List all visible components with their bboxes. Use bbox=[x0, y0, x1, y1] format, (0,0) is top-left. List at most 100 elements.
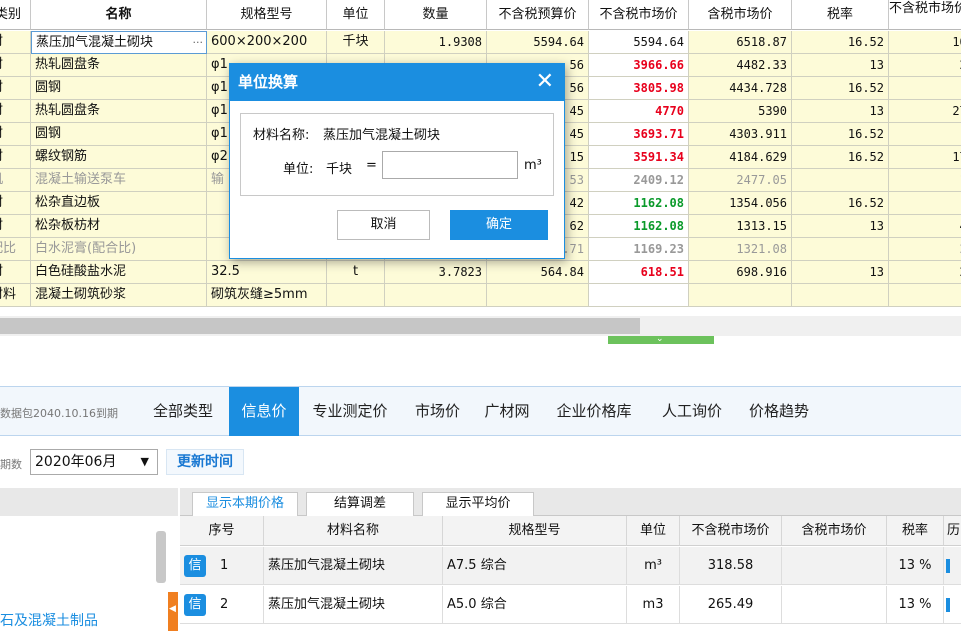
price-cell-material-name[interactable]: 蒸压加气混凝土砌块 bbox=[264, 547, 443, 585]
cell-market-price-tax[interactable]: 2477.05 bbox=[689, 169, 792, 192]
cell-category[interactable]: 配比 bbox=[0, 238, 31, 261]
cell-unit[interactable] bbox=[327, 284, 385, 307]
history-icon[interactable] bbox=[946, 559, 950, 573]
cell-tax-rate[interactable]: 16.52 bbox=[792, 77, 889, 100]
cell-market-price[interactable]: 618.51 bbox=[589, 261, 689, 284]
cell-unit[interactable]: t bbox=[327, 261, 385, 284]
table-row[interactable]: 材料 混凝土砌筑砂浆 砌筑灰缝≥5mm bbox=[0, 284, 961, 307]
cell-market-price-tax[interactable]: 1313.15 bbox=[689, 215, 792, 238]
cell-category[interactable]: 材 bbox=[0, 261, 31, 284]
column-header-total[interactable]: 不含税市场价合计 bbox=[889, 0, 961, 30]
cell-name[interactable]: 圆钢 bbox=[31, 123, 207, 146]
price-cell-tax-rate[interactable]: 13 % bbox=[887, 547, 944, 585]
price-row[interactable]: 信 1 蒸压加气混凝土砌块 A7.5 综合 m³ 318.58 13 % bbox=[180, 547, 961, 585]
cell-name[interactable]: 热轧圆盘条 bbox=[31, 54, 207, 77]
cancel-button[interactable]: 取消 bbox=[337, 210, 430, 240]
cell-category[interactable]: 材 bbox=[0, 192, 31, 215]
cell-market-price-tax[interactable]: 4482.33 bbox=[689, 54, 792, 77]
table-row[interactable]: 材 白色硅酸盐水泥 32.5 t 3.7823 564.84 618.51 698.916 13… bbox=[0, 261, 961, 284]
cell-market-price-tax[interactable]: 4434.728 bbox=[689, 77, 792, 100]
cell-category[interactable]: 材 bbox=[0, 77, 31, 100]
cell-market-price[interactable]: 3966.66 bbox=[589, 54, 689, 77]
refresh-time-button[interactable]: 更新时间 bbox=[166, 449, 244, 475]
cell-category[interactable]: 材 bbox=[0, 100, 31, 123]
cell-name[interactable]: 混凝土砌筑砂浆 bbox=[31, 284, 207, 307]
price-cell-market-price[interactable]: 265.49 bbox=[680, 586, 782, 624]
price-column-header-market-price[interactable]: 不含税市场价 bbox=[680, 516, 782, 546]
cell-total[interactable] bbox=[889, 284, 961, 307]
tab-7[interactable]: 价格趋势 bbox=[736, 387, 822, 436]
price-column-header-history[interactable]: 历 bbox=[944, 516, 961, 546]
column-header-unit[interactable]: 单位 bbox=[327, 0, 385, 30]
cell-total[interactable]: 177 bbox=[889, 146, 961, 169]
cell-tax-rate[interactable]: 13 bbox=[792, 261, 889, 284]
table-row[interactable]: 材 蒸压加气混凝土砌块 ··· 600×200×200 千块 1.9308 5594.64 5… bbox=[0, 31, 961, 54]
price-cell-market-price-tax[interactable] bbox=[782, 547, 887, 585]
price-column-header-index[interactable]: 序号 bbox=[180, 516, 264, 546]
category-item[interactable]: 石及混凝土制品 bbox=[0, 610, 98, 630]
column-header-budget-price[interactable]: 不含税预算价 bbox=[487, 0, 589, 30]
price-column-header-unit[interactable]: 单位 bbox=[627, 516, 680, 546]
cell-quantity[interactable]: 3.7823 bbox=[385, 261, 487, 284]
cell-total[interactable]: 6 bbox=[889, 123, 961, 146]
cell-name[interactable]: 白色硅酸盐水泥 bbox=[31, 261, 207, 284]
cell-market-price-tax[interactable]: 1354.056 bbox=[689, 192, 792, 215]
cell-category[interactable]: 材 bbox=[0, 31, 31, 54]
cell-name[interactable]: 螺纹钢筋 bbox=[31, 146, 207, 169]
cell-name[interactable]: 松杂板枋材 bbox=[31, 215, 207, 238]
cell-tax-rate[interactable]: 13 bbox=[792, 215, 889, 238]
cell-tax-rate[interactable]: 13 bbox=[792, 54, 889, 77]
cell-market-price[interactable]: 3805.98 bbox=[589, 77, 689, 100]
cell-name[interactable]: 热轧圆盘条 bbox=[31, 100, 207, 123]
column-header-spec[interactable]: 规格型号 bbox=[207, 0, 327, 30]
cell-market-price[interactable]: 1169.23 bbox=[589, 238, 689, 261]
tab-2[interactable]: 专业测定价 bbox=[299, 387, 401, 436]
cell-total[interactable]: 12 bbox=[889, 169, 961, 192]
cell-total[interactable] bbox=[889, 192, 961, 215]
price-row[interactable]: 信 2 蒸压加气混凝土砌块 A5.0 综合 m3 265.49 13 % bbox=[180, 586, 961, 624]
price-column-header-tax-rate[interactable]: 税率 bbox=[887, 516, 944, 546]
collapse-handle[interactable]: ◀ bbox=[168, 592, 178, 631]
cell-total[interactable]: 22 bbox=[889, 238, 961, 261]
price-cell-market-price-tax[interactable] bbox=[782, 586, 887, 624]
cell-unit[interactable]: 千块 bbox=[327, 31, 385, 54]
cell-budget-price[interactable]: 5594.64 bbox=[487, 31, 589, 54]
price-cell-unit[interactable]: m3 bbox=[627, 586, 680, 624]
cell-spec[interactable]: 32.5 bbox=[207, 261, 327, 284]
tab-1[interactable]: 信息价 bbox=[229, 387, 299, 436]
price-cell-spec[interactable]: A7.5 综合 bbox=[443, 547, 627, 585]
cell-market-price[interactable]: 2409.12 bbox=[589, 169, 689, 192]
column-header-market-price-tax[interactable]: 含税市场价 bbox=[689, 0, 792, 30]
cell-tax-rate[interactable]: 16.52 bbox=[792, 123, 889, 146]
price-cell-spec[interactable]: A5.0 综合 bbox=[443, 586, 627, 624]
cell-budget-price[interactable]: 564.84 bbox=[487, 261, 589, 284]
close-icon[interactable]: ✕ bbox=[536, 68, 554, 96]
column-header-category[interactable]: 类别 bbox=[0, 0, 31, 30]
cell-market-price[interactable]: 1162.08 bbox=[589, 215, 689, 238]
cell-category[interactable]: 材 bbox=[0, 54, 31, 77]
cell-total[interactable] bbox=[889, 77, 961, 100]
cell-market-price-tax[interactable]: 5390 bbox=[689, 100, 792, 123]
price-cell-history[interactable] bbox=[944, 547, 961, 585]
price-cell-tax-rate[interactable]: 13 % bbox=[887, 586, 944, 624]
cell-category[interactable]: 机 bbox=[0, 169, 31, 192]
price-cell-material-name[interactable]: 蒸压加气混凝土砌块 bbox=[264, 586, 443, 624]
price-cell-market-price[interactable]: 318.58 bbox=[680, 547, 782, 585]
cell-category[interactable]: 材 bbox=[0, 123, 31, 146]
subtab-2[interactable]: 显示平均价 bbox=[422, 492, 534, 516]
tab-6[interactable]: 人工询价 bbox=[650, 387, 734, 436]
cell-total[interactable]: 26 bbox=[889, 54, 961, 77]
column-header-tax-rate[interactable]: 税率 bbox=[792, 0, 889, 30]
price-column-header-material-name[interactable]: 材料名称 bbox=[264, 516, 443, 546]
cell-name[interactable]: 圆钢 bbox=[31, 77, 207, 100]
cell-total[interactable]: 41 bbox=[889, 215, 961, 238]
price-cell-unit[interactable]: m³ bbox=[627, 547, 680, 585]
cell-market-price[interactable]: 5594.64 bbox=[589, 31, 689, 54]
history-icon[interactable] bbox=[946, 598, 950, 612]
price-cell-index[interactable]: 信1 bbox=[180, 547, 264, 585]
cell-market-price[interactable]: 1162.08 bbox=[589, 192, 689, 215]
cell-name[interactable]: 蒸压加气混凝土砌块 ··· bbox=[31, 31, 207, 54]
cell-tax-rate[interactable]: 13 bbox=[792, 100, 889, 123]
period-select[interactable]: 2020年06月 ▼ bbox=[30, 449, 158, 475]
subtab-1[interactable]: 结算调差 bbox=[306, 492, 414, 516]
